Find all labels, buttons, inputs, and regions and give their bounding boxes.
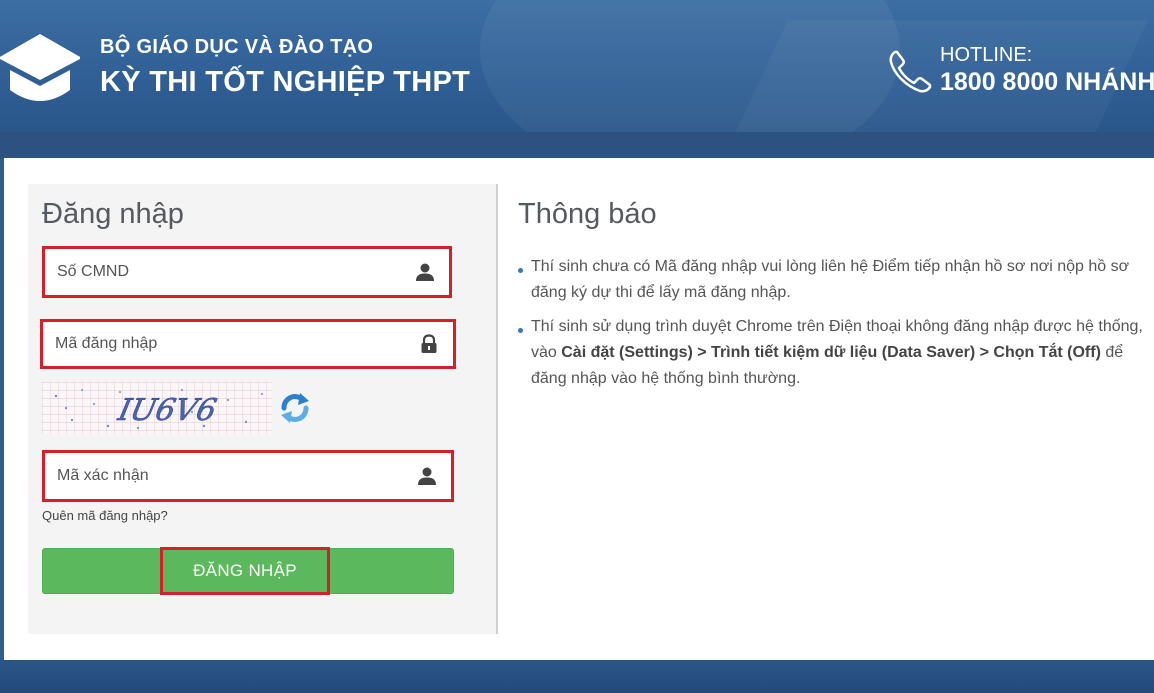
graduation-cap-icon bbox=[0, 34, 80, 101]
confirmation-code-placeholder: Mã xác nhận bbox=[57, 467, 149, 484]
id-number-placeholder: Số CMND bbox=[57, 263, 130, 280]
lock-icon bbox=[421, 334, 437, 353]
id-number-input[interactable]: Số CMND bbox=[42, 246, 452, 298]
header-band bbox=[0, 132, 1154, 158]
login-code-input[interactable]: Mã đăng nhập bbox=[40, 319, 456, 369]
captcha-image: IU6V6 bbox=[42, 382, 272, 434]
notice-item-settings-path: Cài đặt (Settings) > Trình tiết kiệm dữ … bbox=[561, 344, 1101, 361]
notice-item: Thí sinh sử dụng trình duyệt Chrome trên… bbox=[518, 314, 1154, 392]
notice-list: Thí sinh chưa có Mã đăng nhập vui lòng l… bbox=[518, 254, 1154, 400]
login-title: Đăng nhập bbox=[42, 198, 184, 230]
main-panel: Đăng nhập Số CMND Mã đăng nhập IU6V6 Mã … bbox=[4, 158, 1154, 660]
phone-icon bbox=[889, 50, 932, 93]
hotline-label: HOTLINE: bbox=[940, 44, 1033, 66]
refresh-icon[interactable] bbox=[276, 390, 314, 426]
notice-item: Thí sinh chưa có Mã đăng nhập vui lòng l… bbox=[518, 254, 1154, 306]
site-header: BỘ GIÁO DỤC VÀ ĐÀO TẠO KỲ THI TỐT NGHIỆP… bbox=[0, 0, 1154, 132]
hotline-number: 1800 8000 NHÁNH bbox=[940, 68, 1154, 96]
user-icon bbox=[418, 467, 436, 485]
column-divider bbox=[496, 184, 498, 634]
notice-title: Thông báo bbox=[518, 198, 657, 230]
forgot-code-link[interactable]: Quên mã đăng nhập? bbox=[42, 508, 168, 523]
exam-name: KỲ THI TỐT NGHIỆP THPT bbox=[100, 66, 471, 98]
footer-band bbox=[0, 660, 1154, 693]
login-code-placeholder: Mã đăng nhập bbox=[55, 335, 158, 352]
captcha-text: IU6V6 bbox=[114, 393, 219, 428]
login-button-label[interactable]: ĐĂNG NHẬP bbox=[160, 547, 330, 595]
organization-name: BỘ GIÁO DỤC VÀ ĐÀO TẠO bbox=[100, 36, 374, 58]
notice-item-text: Thí sinh chưa có Mã đăng nhập vui lòng l… bbox=[531, 258, 1130, 301]
confirmation-code-input[interactable]: Mã xác nhận bbox=[42, 450, 454, 502]
user-icon bbox=[416, 263, 434, 281]
